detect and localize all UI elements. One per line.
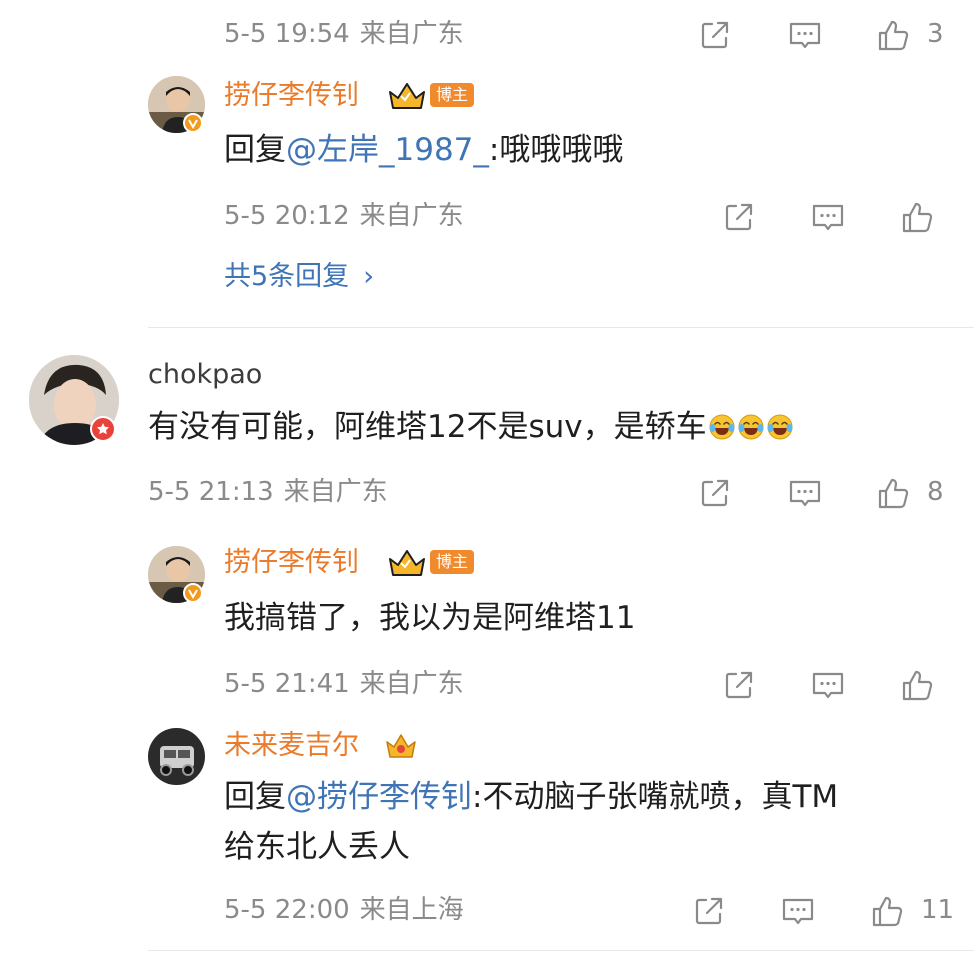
like-icon[interactable] [876, 475, 912, 511]
more-replies-label: 共5条回复 [224, 261, 350, 292]
reply-location: 来自广东 [359, 201, 464, 231]
comment-meta: 5-5 19:54 来自广东 [224, 18, 464, 50]
reply-meta: 5-5 22:00 来自上海 [224, 894, 464, 926]
comment-icon[interactable] [780, 893, 816, 929]
mention-link[interactable]: @捞仔李传钊 [286, 779, 472, 815]
share-icon[interactable] [691, 893, 727, 929]
crown-icon [389, 550, 425, 576]
reply-time: 5-5 21:41 [224, 669, 350, 699]
reply-prefix: 回复 [224, 132, 286, 168]
laugh-cry-emoji-icon [708, 413, 736, 441]
comment-icon[interactable] [787, 17, 823, 53]
reply-prefix: 回复 [224, 779, 286, 815]
laugh-cry-emoji-icon [766, 413, 794, 441]
chevron-right-icon: › [363, 261, 374, 292]
laugh-cry-emoji-icon [737, 413, 765, 441]
comment-time: 5-5 19:54 [224, 19, 350, 49]
blogger-tag: 博主 [430, 83, 475, 107]
username[interactable]: 捞仔李传钊 [224, 546, 359, 580]
reply-text: 回复@捞仔李传钊:不动脑子张嘴就喷，真TM [224, 777, 838, 817]
comment-location: 来自广东 [283, 477, 388, 507]
comment-text: 有没有可能，阿维塔12不是suv，是轿车 [148, 407, 794, 447]
comment-icon[interactable] [787, 475, 823, 511]
comment-time: 5-5 21:13 [148, 477, 274, 507]
star-badge-icon [90, 416, 116, 442]
comment-location: 来自广东 [359, 19, 464, 49]
share-icon[interactable] [721, 199, 757, 235]
reply-time: 5-5 20:12 [224, 201, 350, 231]
reply-body: :不动脑子张嘴就喷，真TM [472, 779, 839, 815]
username[interactable]: chokpao [148, 358, 262, 392]
divider [148, 950, 974, 951]
like-count: 3 [927, 19, 944, 49]
reply-text: 回复@左岸_1987_:哦哦哦哦 [224, 130, 623, 170]
comment-icon[interactable] [810, 667, 846, 703]
member-badge: 博主 [387, 80, 475, 110]
reply-location: 来自上海 [359, 895, 464, 925]
more-replies-link[interactable]: 共5条回复 › [224, 260, 374, 294]
share-icon[interactable] [697, 475, 733, 511]
reply-location: 来自广东 [359, 669, 464, 699]
reply-meta: 5-5 21:41 来自广东 [224, 668, 464, 700]
verified-badge-icon [183, 113, 203, 133]
reply-body: :哦哦哦哦 [488, 132, 624, 168]
verified-badge-icon [183, 583, 203, 603]
reply-meta: 5-5 20:12 来自广东 [224, 200, 464, 232]
blogger-tag: 博主 [430, 550, 475, 574]
share-icon[interactable] [721, 667, 757, 703]
member-badge: 博主 [387, 547, 475, 577]
comment-meta: 5-5 21:13 来自广东 [148, 476, 388, 508]
avatar[interactable] [148, 728, 205, 785]
like-icon[interactable] [870, 893, 906, 929]
like-icon[interactable] [900, 199, 936, 235]
reply-time: 5-5 22:00 [224, 895, 350, 925]
crown-icon [389, 83, 425, 109]
like-count: 11 [921, 895, 955, 925]
mention-link[interactable]: @左岸_1987_ [286, 132, 489, 168]
like-icon[interactable] [900, 667, 936, 703]
like-count: 8 [927, 477, 944, 507]
like-icon[interactable] [876, 17, 912, 53]
share-icon[interactable] [697, 17, 733, 53]
comment-body: 有没有可能，阿维塔12不是suv，是轿车 [148, 409, 707, 445]
reply-text: 我搞错了，我以为是阿维塔11 [224, 600, 636, 636]
username[interactable]: 捞仔李传钊 [224, 79, 359, 113]
crown-icon [386, 734, 416, 758]
divider [148, 327, 974, 328]
reply-text-line2: 给东北人丢人 [224, 829, 410, 865]
username[interactable]: 未来麦吉尔 [224, 729, 359, 763]
comment-icon[interactable] [810, 199, 846, 235]
